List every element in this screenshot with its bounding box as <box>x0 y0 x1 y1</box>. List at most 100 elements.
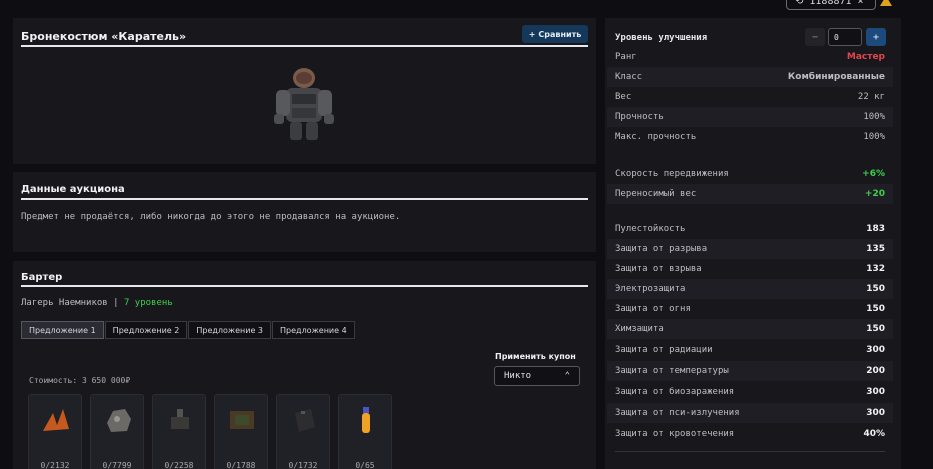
trader-separator: | <box>113 298 119 308</box>
barter-slot[interactable]: 0/2132 <box>28 394 82 469</box>
plus-icon: + <box>528 29 536 39</box>
stat-value: 183 <box>866 224 885 234</box>
stat-value: 150 <box>866 324 885 334</box>
slot-count: 0/1732 <box>288 461 318 469</box>
stat-label: Химзащита <box>615 324 664 334</box>
trader-level: 7 уровень <box>123 298 173 308</box>
updown-chevron-icon: ⌃ <box>564 371 570 381</box>
stat-value: 100% <box>863 132 885 142</box>
upgrade-level-label: Уровень улучшения <box>615 33 708 43</box>
circuit-board-icon <box>230 411 254 429</box>
barter-trader: Лагерь Наемников | 7 уровень <box>21 298 173 308</box>
stat-label: Защита от радиации <box>615 345 713 355</box>
stat-value: 200 <box>866 366 885 376</box>
device-icon <box>171 409 189 429</box>
stat-row-rank: Ранг Мастер <box>607 47 893 67</box>
stat-row-fire: Защита от огня 150 <box>607 299 893 319</box>
stat-row-radiation: Защита от радиации 300 <box>607 340 893 360</box>
upgrade-minus-button[interactable]: − <box>805 28 825 46</box>
stat-label: Защита от взрыва <box>615 264 702 274</box>
stat-value: 150 <box>866 284 885 294</box>
stat-label: Электрозащита <box>615 284 686 294</box>
history-label: 1188871 <box>809 0 852 7</box>
stat-label: Защита от пси-излучения <box>615 408 740 418</box>
stat-row-move-speed: Скорость передвижения +6% <box>607 164 893 184</box>
coupon-label: Применить купон <box>495 352 576 361</box>
stat-row-max-durability: Макс. прочность 100% <box>607 127 893 147</box>
compare-label: Сравнить <box>538 29 582 39</box>
barter-slot[interactable]: 0/7799 <box>90 394 144 469</box>
stat-label: Вес <box>615 92 632 102</box>
barter-slot[interactable]: 0/1788 <box>214 394 268 469</box>
auction-title-underline <box>21 198 588 200</box>
upgrade-level-input[interactable]: 0 <box>828 28 862 46</box>
item-title-underline <box>21 45 588 47</box>
top-bar: ⟲ 1188871 × <box>0 0 933 14</box>
warning-icon[interactable] <box>880 0 892 6</box>
slot-count: 0/2258 <box>164 461 194 469</box>
history-button[interactable]: ⟲ 1188871 × <box>786 0 876 10</box>
auction-message: Предмет не продаётся, либо никогда до эт… <box>21 212 401 222</box>
tab-offer-2[interactable]: Предложение 2 <box>104 321 188 339</box>
stat-row-carry-weight: Переносимый вес +20 <box>607 184 893 204</box>
stat-row-temperature: Защита от температуры 200 <box>607 361 893 381</box>
stat-row-rupture: Защита от разрыва 135 <box>607 239 893 259</box>
stat-value: +20 <box>864 189 885 199</box>
stat-label: Защита от температуры <box>615 366 729 376</box>
stat-row-psy: Защита от пси-излучения 300 <box>607 403 893 423</box>
stat-row-electro: Электрозащита 150 <box>607 279 893 299</box>
barter-cost: Стоимость: 3 650 000₽ <box>29 376 131 385</box>
stat-value: 135 <box>866 244 885 254</box>
slot-count: 0/65 <box>355 461 375 469</box>
vial-icon <box>362 407 370 433</box>
orange-leaf-icon <box>43 409 69 431</box>
stat-row-bullet: Пулестойкость 183 <box>607 219 893 239</box>
stat-value: +6% <box>862 169 885 179</box>
stat-row-weight: Вес 22 кг <box>607 87 893 107</box>
slot-count: 0/2132 <box>40 461 70 469</box>
tab-offer-1[interactable]: Предложение 1 <box>21 321 104 339</box>
stat-value: 150 <box>866 304 885 314</box>
stat-value: 100% <box>863 112 885 122</box>
stat-row-durability: Прочность 100% <box>607 107 893 127</box>
offer-tabs: Предложение 1 Предложение 2 Предложение … <box>21 321 355 339</box>
stat-row-bio: Защита от биозаражения 300 <box>607 382 893 402</box>
stat-value: 22 кг <box>857 92 885 102</box>
stat-label: Пулестойкость <box>615 224 686 234</box>
barter-title: Бартер <box>21 272 63 283</box>
stat-value: Мастер <box>846 52 885 62</box>
trader-name: Лагерь Наемников <box>21 298 108 308</box>
upgrade-plus-button[interactable]: + <box>866 28 886 46</box>
stat-value: 40% <box>863 429 885 439</box>
close-icon[interactable]: × <box>858 0 864 7</box>
stat-value: 300 <box>866 387 885 397</box>
stat-label: Защита от кровотечения <box>615 429 735 439</box>
stat-label: Защита от огня <box>615 304 691 314</box>
barter-slot[interactable]: 0/2258 <box>152 394 206 469</box>
barter-slot[interactable]: 0/65 <box>338 394 392 469</box>
slot-count: 0/7799 <box>102 461 132 469</box>
stat-row-chem: Химзащита 150 <box>607 319 893 339</box>
stat-label: Класс <box>615 72 643 82</box>
battery-box-icon <box>295 409 315 432</box>
barter-title-underline <box>21 285 588 287</box>
stat-label: Защита от биозаражения <box>615 387 735 397</box>
item-title: Бронекостюм «Каратель» <box>21 30 187 43</box>
stat-label: Ранг <box>615 52 637 62</box>
stat-value: Комбинированные <box>787 72 885 82</box>
history-icon: ⟲ <box>795 0 804 7</box>
stat-label: Макс. прочность <box>615 132 697 142</box>
barter-slot[interactable]: 0/1732 <box>276 394 330 469</box>
tab-offer-4[interactable]: Предложение 4 <box>272 321 355 339</box>
stat-row-explosion: Защита от взрыва 132 <box>607 259 893 279</box>
tab-offer-3[interactable]: Предложение 3 <box>188 321 272 339</box>
stat-label: Прочность <box>615 112 664 122</box>
stat-value: 300 <box>866 408 885 418</box>
compare-button[interactable]: + Сравнить <box>522 25 588 43</box>
coupon-value: Никто <box>504 371 532 381</box>
coupon-select[interactable]: Никто ⌃ <box>494 366 580 386</box>
stat-value: 300 <box>866 345 885 355</box>
stat-label: Скорость передвижения <box>615 169 729 179</box>
stat-label: Защита от разрыва <box>615 244 708 254</box>
ore-chunk-icon <box>107 409 131 432</box>
